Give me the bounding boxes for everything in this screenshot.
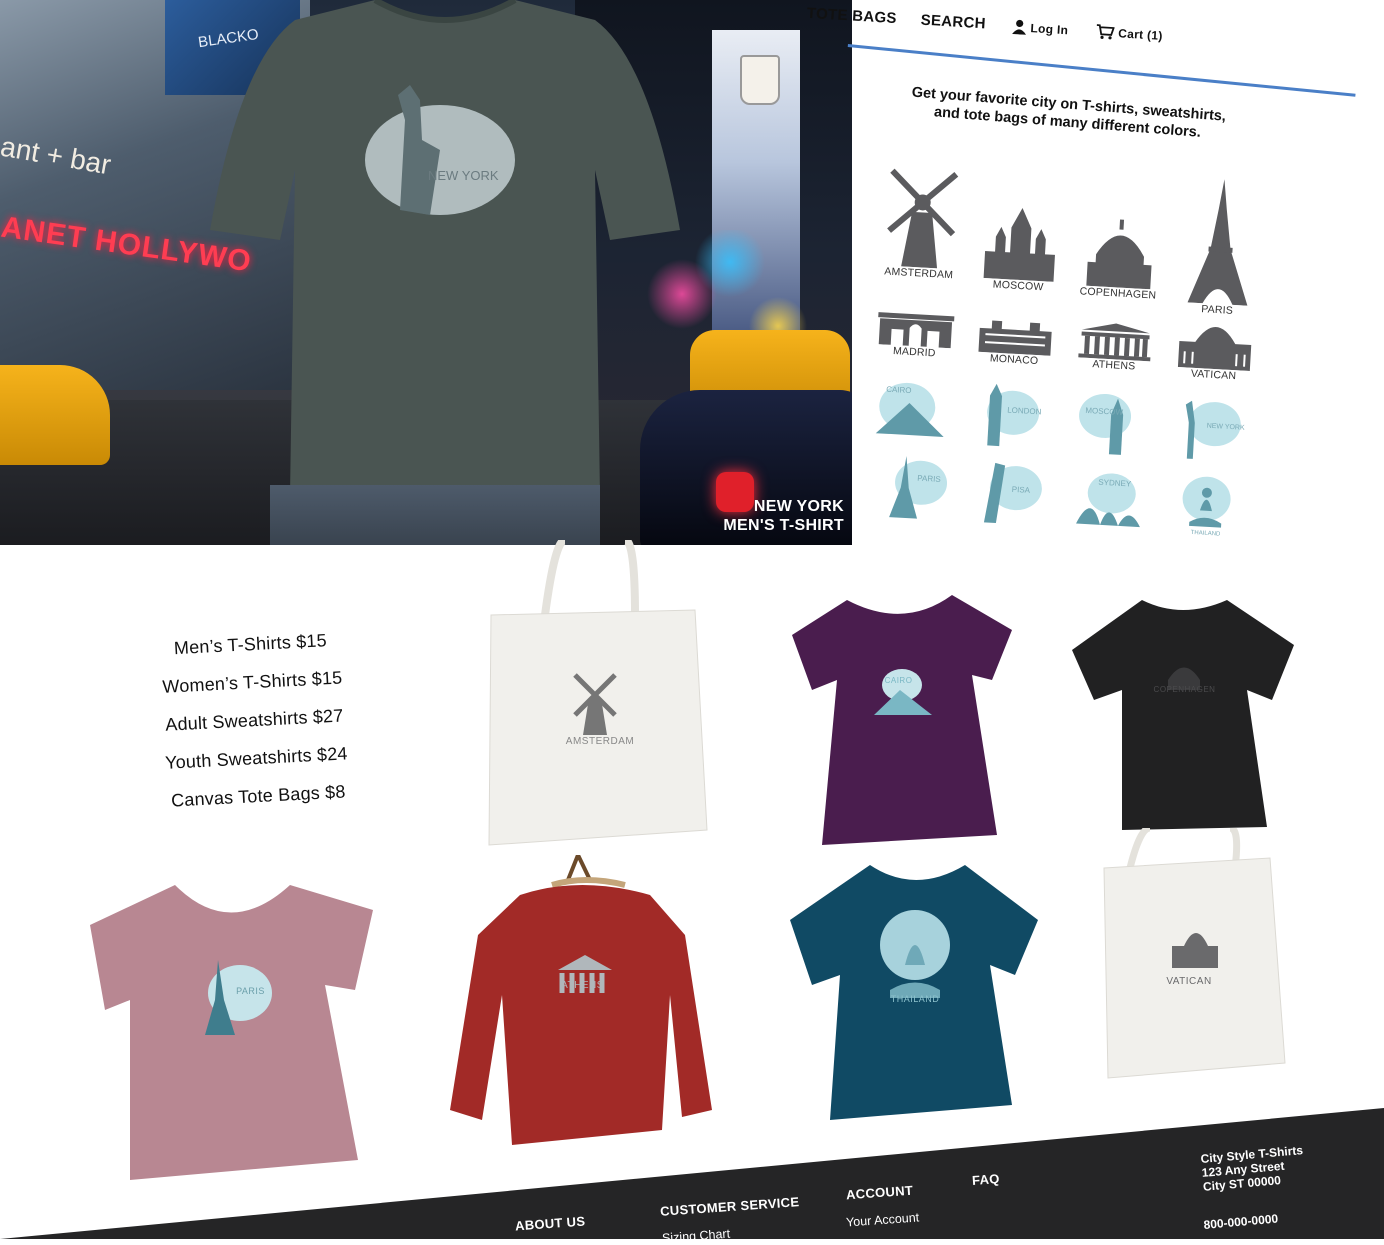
city-moscow[interactable]: MOSCOW: [973, 206, 1068, 295]
price-tote-bags: Canvas Tote Bags $8: [170, 781, 347, 811]
city-athens[interactable]: ATHENS: [1069, 321, 1162, 374]
sketch-paris[interactable]: PARIS: [875, 450, 959, 522]
svg-text:LONDON: LONDON: [1007, 405, 1042, 416]
svg-text:THAILAND: THAILAND: [1190, 530, 1221, 538]
user-icon: [1012, 19, 1027, 35]
sketch-pisa[interactable]: PISA: [970, 456, 1054, 528]
tee-print-label: COPENHAGEN: [1153, 685, 1216, 694]
windmill-icon: [887, 168, 959, 269]
hero-caption-line1: NEW YORK: [753, 498, 844, 515]
eiffel-sketch-icon: PARIS: [889, 455, 948, 519]
svg-text:CAIRO: CAIRO: [886, 385, 912, 395]
cart-label: Cart (1): [1117, 25, 1164, 43]
sketch-moscow[interactable]: MOSCOW: [1069, 386, 1153, 458]
jeans: [270, 485, 600, 545]
green-tshirt: NEW YORK: [210, 0, 680, 495]
svg-text:PISA: PISA: [1012, 485, 1031, 495]
product-red-sweatshirt-athens[interactable]: ATHENS: [450, 850, 715, 1155]
blue-tshirt-image: [790, 865, 1038, 1120]
coffee-cup-ad: [740, 55, 780, 105]
nav-cart[interactable]: Cart (1): [1096, 24, 1163, 43]
kremlin-icon: [983, 208, 1055, 282]
price-youth-sweatshirts: Youth Sweatshirts $24: [164, 743, 349, 773]
tote-bag-image: [488, 536, 708, 846]
shirt-print-text: NEW YORK: [428, 168, 499, 183]
hero-caption: NEW YORK MEN'S T-SHIRT: [723, 497, 844, 535]
city-copenhagen[interactable]: COPENHAGEN: [1073, 213, 1168, 302]
sketch-cairo[interactable]: CAIRO: [869, 375, 953, 447]
tee-print-label: CAIRO: [884, 676, 913, 685]
price-mens-tshirts: Men’s T-Shirts $15: [173, 630, 328, 659]
nav-tote-bags[interactable]: TOTE BAGS: [806, 5, 897, 27]
city-madrid[interactable]: MADRID: [869, 308, 962, 361]
eiffel-tower-icon: [1187, 179, 1248, 306]
price-list: Men’s T-Shirts $15 Women’s T-Shirts $15 …: [140, 628, 370, 829]
footer-faq[interactable]: FAQ: [972, 1171, 1001, 1188]
product-blue-tee-thailand[interactable]: THAILAND: [790, 860, 1040, 1125]
parthenon-icon: [1078, 323, 1151, 362]
palace-icon: [978, 320, 1052, 356]
tote-print-label: AMSTERDAM: [565, 736, 635, 747]
footer-address: City Style T-Shirts 123 Any Street City …: [1200, 1143, 1306, 1194]
statue-of-liberty-icon: NEW YORK: [1185, 400, 1245, 459]
product-pink-tee-paris[interactable]: PARIS: [90, 880, 375, 1180]
city-monaco[interactable]: MONACO: [969, 315, 1062, 368]
tote-print-label: VATICAN: [1166, 976, 1212, 987]
red-sweatshirt-image: [450, 850, 712, 1145]
product-tote-vatican[interactable]: VATICAN: [1100, 824, 1290, 1083]
city-icon-grid: AMSTERDAM MOSCOW COPENHAGEN PARIS MADRID: [859, 160, 1270, 561]
buddha-icon: THAILAND: [1182, 476, 1231, 538]
price-adult-sweatshirts: Adult Sweatshirts $27: [164, 705, 344, 735]
nav-search[interactable]: SEARCH: [920, 12, 986, 33]
sketch-thailand[interactable]: THAILAND: [1165, 467, 1249, 539]
opera-house-icon: SYDNEY: [1076, 473, 1140, 528]
product-tote-amsterdam[interactable]: AMSTERDAM: [485, 536, 715, 850]
login-label: Log In: [1030, 20, 1069, 37]
taxi-left: [0, 365, 110, 465]
sketch-london[interactable]: LONDON: [969, 381, 1053, 453]
purple-tshirt-image: [792, 595, 1012, 845]
sketch-new-york[interactable]: NEW YORK: [1169, 392, 1253, 464]
kremlin-tower-icon: MOSCOW: [1079, 393, 1132, 455]
tee-print-label: PARIS: [236, 986, 265, 996]
product-black-tee-copenhagen[interactable]: COPENHAGEN: [1072, 595, 1297, 835]
price-womens-tshirts: Women’s T-Shirts $15: [161, 667, 343, 697]
pyramid-sphinx-icon: CAIRO: [875, 382, 944, 437]
svg-text:SYDNEY: SYDNEY: [1098, 478, 1132, 489]
model-wearing-tshirt: NEW YORK: [200, 0, 690, 545]
city-paris[interactable]: PARIS: [1172, 177, 1270, 319]
hero-banner[interactable]: BLACKO ant + bar ANET HOLLYWO NEW YORK N…: [0, 0, 852, 545]
cart-icon: [1096, 24, 1115, 40]
pink-tshirt-image: [90, 885, 373, 1180]
big-ben-icon: LONDON: [987, 383, 1042, 447]
city-amsterdam[interactable]: AMSTERDAM: [873, 160, 969, 282]
product-purple-tee-cairo[interactable]: CAIRO: [792, 590, 1017, 850]
svg-text:PARIS: PARIS: [917, 474, 941, 484]
tagline: Get your favorite city on T-shirts, swea…: [902, 83, 1234, 144]
tee-print-label: THAILAND: [890, 994, 940, 1004]
arch-gate-icon: [878, 312, 955, 349]
black-tshirt-image: [1072, 600, 1294, 830]
sweatshirt-print-label: ATHENS: [561, 980, 604, 991]
church-dome-icon: [1086, 219, 1152, 290]
leaning-tower-icon: PISA: [983, 462, 1042, 524]
st-peters-basilica-icon: [1177, 327, 1252, 371]
sketch-sydney[interactable]: SYDNEY: [1070, 461, 1154, 533]
city-vatican[interactable]: VATICAN: [1168, 315, 1261, 384]
tote-bag-image: [1103, 824, 1286, 1079]
hero-caption-line2: MEN'S T-SHIRT: [723, 517, 844, 534]
nav-login[interactable]: Log In: [1012, 19, 1069, 37]
